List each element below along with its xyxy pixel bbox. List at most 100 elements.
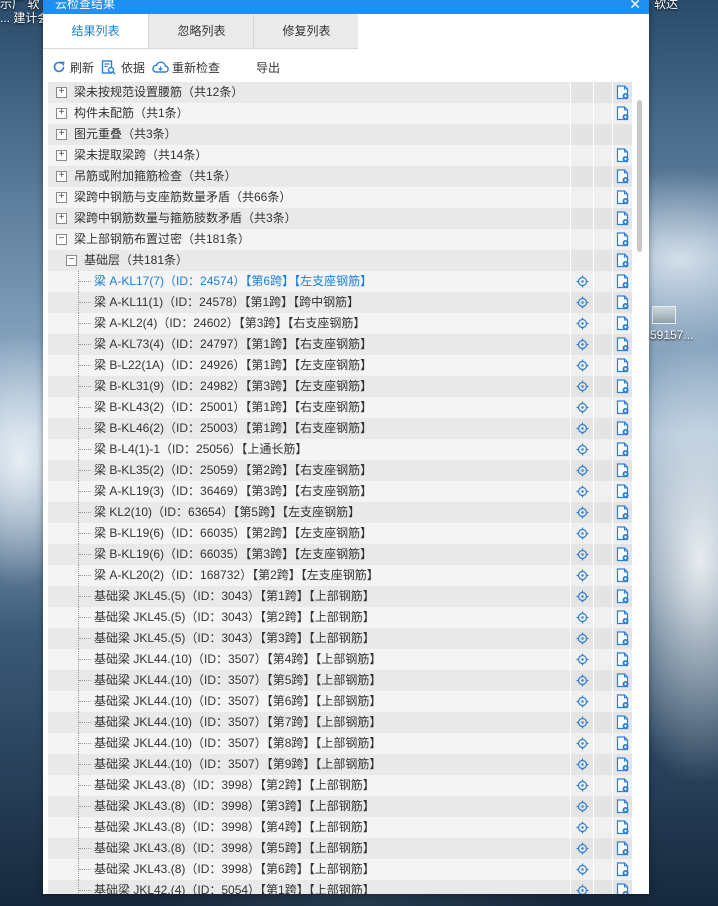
refresh-button[interactable]: 刷新 <box>52 58 94 78</box>
tree-item-row[interactable]: 基础梁 JKL44.(10)（ID：3507）【第9跨】【上部钢筋】 <box>48 754 632 776</box>
tree-item-row[interactable]: 基础梁 JKL45.(5)（ID：3043）【第1跨】【上部钢筋】 <box>48 586 632 608</box>
document-detail-icon[interactable] <box>616 589 630 604</box>
tree-item-row[interactable]: 梁 B-KL19(6)（ID：66035）【第2跨】【左支座钢筋】 <box>48 523 632 545</box>
document-detail-icon[interactable] <box>616 610 630 625</box>
document-detail-icon[interactable] <box>616 421 630 436</box>
locate-icon[interactable] <box>576 401 589 414</box>
locate-icon[interactable] <box>576 464 589 477</box>
tree-item-row[interactable]: 基础梁 JKL45.(5)（ID：3043）【第2跨】【上部钢筋】 <box>48 607 632 629</box>
document-detail-icon[interactable] <box>616 505 630 520</box>
document-detail-icon[interactable] <box>616 463 630 478</box>
tree-item-row[interactable]: 梁 KL2(10)（ID：63654）【第5跨】【左支座钢筋】 <box>48 502 632 524</box>
tree-item-row[interactable]: 梁 A-KL2(4)（ID：24602）【第3跨】【右支座钢筋】 <box>48 313 632 335</box>
tree-item-row[interactable]: 基础梁 JKL44.(10)（ID：3507）【第5跨】【上部钢筋】 <box>48 670 632 692</box>
document-detail-icon[interactable] <box>616 757 630 772</box>
locate-icon[interactable] <box>576 716 589 729</box>
document-detail-icon[interactable] <box>616 106 630 121</box>
document-detail-icon[interactable] <box>616 820 630 835</box>
expand-icon[interactable]: + <box>56 87 67 98</box>
locate-icon[interactable] <box>576 695 589 708</box>
locate-icon[interactable] <box>576 359 589 372</box>
tree-item-row[interactable]: 基础梁 JKL44.(10)（ID：3507）【第7跨】【上部钢筋】 <box>48 712 632 734</box>
tree-item-row[interactable]: 梁 A-KL17(7)（ID：24574）【第6跨】【左支座钢筋】 <box>48 271 632 293</box>
locate-icon[interactable] <box>576 758 589 771</box>
document-detail-icon[interactable] <box>616 883 630 894</box>
locate-icon[interactable] <box>576 296 589 309</box>
tree-item-row[interactable]: 梁 A-KL19(3)（ID：36469）【第3跨】【右支座钢筋】 <box>48 481 632 503</box>
document-detail-icon[interactable] <box>616 862 630 877</box>
document-detail-icon[interactable] <box>616 547 630 562</box>
expand-icon[interactable]: + <box>56 192 67 203</box>
document-detail-icon[interactable] <box>616 841 630 856</box>
locate-icon[interactable] <box>576 821 589 834</box>
locate-icon[interactable] <box>576 422 589 435</box>
tree-item-row[interactable]: 基础梁 JKL43.(8)（ID：3998）【第2跨】【上部钢筋】 <box>48 775 632 797</box>
tree-item-row[interactable]: 基础梁 JKL43.(8)（ID：3998）【第3跨】【上部钢筋】 <box>48 796 632 818</box>
document-detail-icon[interactable] <box>616 295 630 310</box>
basis-button[interactable]: 依据 <box>101 58 145 78</box>
expand-icon[interactable]: + <box>56 108 67 119</box>
expand-icon[interactable]: + <box>56 213 67 224</box>
tree-group-row[interactable]: − 基础层（共181条） <box>48 250 632 272</box>
tree-item-row[interactable]: 梁 A-KL11(1)（ID：24578）【第1跨】【跨中钢筋】 <box>48 292 632 314</box>
close-icon[interactable]: ✕ <box>629 0 641 13</box>
document-detail-icon[interactable] <box>616 715 630 730</box>
tree-item-row[interactable]: 基础梁 JKL43.(8)（ID：3998）【第5跨】【上部钢筋】 <box>48 838 632 860</box>
locate-icon[interactable] <box>576 443 589 456</box>
document-detail-icon[interactable] <box>616 400 630 415</box>
expand-icon[interactable]: + <box>56 171 67 182</box>
document-detail-icon[interactable] <box>616 631 630 646</box>
locate-icon[interactable] <box>576 338 589 351</box>
document-detail-icon[interactable] <box>616 379 630 394</box>
document-detail-icon[interactable] <box>616 253 630 268</box>
desktop-icon-label[interactable]: 59157... <box>650 328 693 342</box>
document-detail-icon[interactable] <box>616 736 630 751</box>
locate-icon[interactable] <box>576 779 589 792</box>
tree-item-row[interactable]: 基础梁 JKL43.(8)（ID：3998）【第4跨】【上部钢筋】 <box>48 817 632 839</box>
document-detail-icon[interactable] <box>616 673 630 688</box>
locate-icon[interactable] <box>576 527 589 540</box>
document-detail-icon[interactable] <box>616 211 630 226</box>
document-detail-icon[interactable] <box>616 148 630 163</box>
document-detail-icon[interactable] <box>616 526 630 541</box>
locate-icon[interactable] <box>576 317 589 330</box>
document-detail-icon[interactable] <box>616 232 630 247</box>
locate-icon[interactable] <box>576 842 589 855</box>
document-detail-icon[interactable] <box>616 169 630 184</box>
tree-item-row[interactable]: 基础梁 JKL44.(10)（ID：3507）【第8跨】【上部钢筋】 <box>48 733 632 755</box>
tree-category-row[interactable]: + 梁跨中钢筋数量与箍筋肢数矛盾（共3条） <box>48 208 632 230</box>
tree-item-row[interactable]: 基础梁 JKL42.(4)（ID：5054）【第1跨】【上部钢筋】 <box>48 880 632 894</box>
document-detail-icon[interactable] <box>616 316 630 331</box>
locate-icon[interactable] <box>576 611 589 624</box>
locate-icon[interactable] <box>576 737 589 750</box>
dialog-titlebar[interactable]: 云检查结果 ✕ <box>43 0 649 14</box>
locate-icon[interactable] <box>576 275 589 288</box>
locate-icon[interactable] <box>576 485 589 498</box>
tab-ignored[interactable]: 忽略列表 <box>148 14 254 48</box>
document-detail-icon[interactable] <box>616 85 630 100</box>
expand-icon[interactable]: + <box>56 129 67 140</box>
tree-item-row[interactable]: 基础梁 JKL43.(8)（ID：3998）【第6跨】【上部钢筋】 <box>48 859 632 881</box>
tree-category-row[interactable]: + 梁未提取梁跨（共14条） <box>48 145 632 167</box>
document-detail-icon[interactable] <box>616 358 630 373</box>
locate-icon[interactable] <box>576 569 589 582</box>
tree-item-row[interactable]: 梁 B-KL31(9)（ID：24982）【第3跨】【左支座钢筋】 <box>48 376 632 398</box>
tree-item-row[interactable]: 梁 B-L4(1)-1（ID：25056）【上通长筋】 <box>48 439 632 461</box>
tree-item-row[interactable]: 基础梁 JKL45.(5)（ID：3043）【第3跨】【上部钢筋】 <box>48 628 632 650</box>
document-detail-icon[interactable] <box>616 799 630 814</box>
document-detail-icon[interactable] <box>616 484 630 499</box>
locate-icon[interactable] <box>576 674 589 687</box>
collapse-icon[interactable]: − <box>66 255 77 266</box>
export-button[interactable]: 导出 <box>256 58 280 78</box>
document-detail-icon[interactable] <box>616 778 630 793</box>
tree-category-row[interactable]: + 构件未配筋（共1条） <box>48 103 632 125</box>
locate-icon[interactable] <box>576 506 589 519</box>
collapse-icon[interactable]: − <box>56 234 67 245</box>
locate-icon[interactable] <box>576 590 589 603</box>
tree-item-row[interactable]: 梁 A-KL20(2)（ID：168732）【第2跨】【左支座钢筋】 <box>48 565 632 587</box>
locate-icon[interactable] <box>576 863 589 876</box>
scrollbar-thumb[interactable] <box>637 100 642 252</box>
vertical-scrollbar[interactable] <box>634 82 647 894</box>
tree-item-row[interactable]: 梁 B-L22(1A)（ID：24926）【第1跨】【左支座钢筋】 <box>48 355 632 377</box>
tree-item-row[interactable]: 基础梁 JKL44.(10)（ID：3507）【第6跨】【上部钢筋】 <box>48 691 632 713</box>
